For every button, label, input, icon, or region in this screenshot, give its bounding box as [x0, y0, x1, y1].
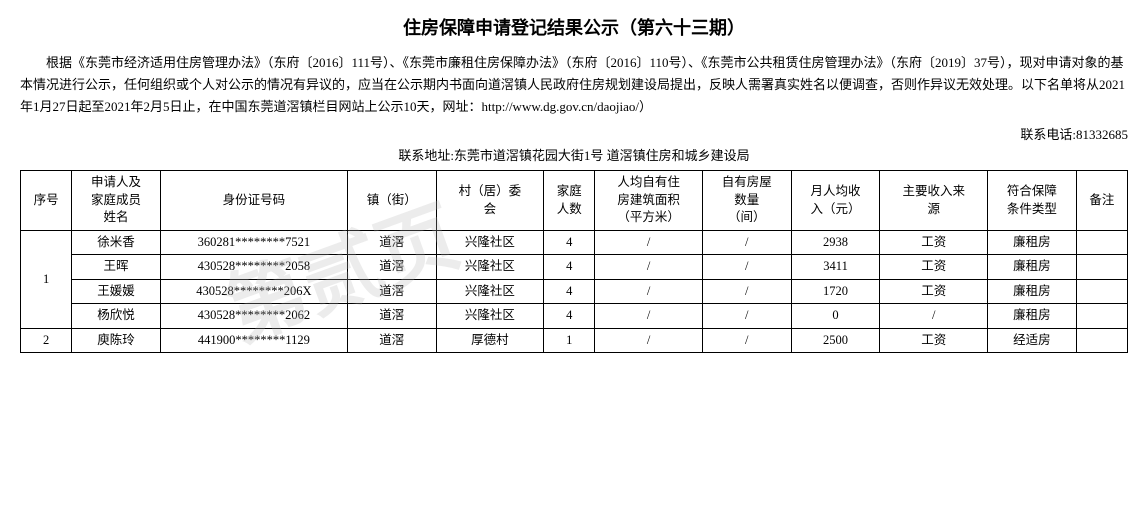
header-name: 申请人及家庭成员姓名: [72, 171, 161, 231]
cell-village: 兴隆社区: [436, 279, 544, 304]
header-source: 主要收入来源: [880, 171, 988, 231]
cell-village: 兴隆社区: [436, 304, 544, 329]
main-table: 序号 申请人及家庭成员姓名 身份证号码 镇（街） 村（居）委会 家庭人数 人均自…: [20, 170, 1128, 353]
header-type: 符合保障条件类型: [988, 171, 1077, 231]
cell-income: 2500: [791, 328, 880, 353]
cell-area: /: [595, 255, 703, 280]
cell-id: 430528********2062: [160, 304, 347, 329]
header-town: 镇（街）: [347, 171, 436, 231]
cell-source: 工资: [880, 255, 988, 280]
header-area: 人均自有住房建筑面积（平方米）: [595, 171, 703, 231]
cell-name: 杨欣悦: [72, 304, 161, 329]
cell-town: 道滘: [347, 230, 436, 255]
cell-source: 工资: [880, 230, 988, 255]
cell-family: 4: [544, 304, 595, 329]
cell-family: 1: [544, 328, 595, 353]
contact-address: 联系地址:东莞市道滘镇花园大街1号 道滘镇住房和城乡建设局: [20, 145, 1128, 164]
cell-name: 徐米香: [72, 230, 161, 255]
table-row: 1徐米香360281********7521道滘兴隆社区4//2938工资廉租房: [21, 230, 1128, 255]
cell-town: 道滘: [347, 255, 436, 280]
cell-id: 360281********7521: [160, 230, 347, 255]
cell-note: [1076, 328, 1127, 353]
cell-family: 4: [544, 279, 595, 304]
header-income: 月人均收入（元）: [791, 171, 880, 231]
cell-town: 道滘: [347, 328, 436, 353]
header-village: 村（居）委会: [436, 171, 544, 231]
cell-village: 兴隆社区: [436, 255, 544, 280]
cell-note: [1076, 255, 1127, 280]
cell-source: 工资: [880, 328, 988, 353]
table-container: 第贰页 序号 申请人及家庭成员姓名 身份证号码 镇（街） 村（居）委会 家庭人数…: [20, 170, 1128, 353]
cell-village: 兴隆社区: [436, 230, 544, 255]
cell-seq: 2: [21, 328, 72, 353]
page-title: 住房保障申请登记结果公示（第六十三期）: [20, 14, 1128, 40]
cell-type: 廉租房: [988, 230, 1077, 255]
cell-id: 441900********1129: [160, 328, 347, 353]
cell-area: /: [595, 304, 703, 329]
cell-income: 3411: [791, 255, 880, 280]
cell-id: 430528********206X: [160, 279, 347, 304]
table-header-row: 序号 申请人及家庭成员姓名 身份证号码 镇（街） 村（居）委会 家庭人数 人均自…: [21, 171, 1128, 231]
cell-area: /: [595, 230, 703, 255]
cell-income: 2938: [791, 230, 880, 255]
cell-rooms: /: [702, 304, 791, 329]
cell-note: [1076, 279, 1127, 304]
cell-village: 厚德村: [436, 328, 544, 353]
contact-phone: 联系电话:81332685: [20, 124, 1128, 143]
table-row: 王媛媛430528********206X道滘兴隆社区4//1720工资廉租房: [21, 279, 1128, 304]
cell-type: 经适房: [988, 328, 1077, 353]
cell-rooms: /: [702, 230, 791, 255]
table-row: 2庾陈玲441900********1129道滘厚德村1//2500工资经适房: [21, 328, 1128, 353]
cell-income: 0: [791, 304, 880, 329]
cell-type: 廉租房: [988, 304, 1077, 329]
cell-area: /: [595, 328, 703, 353]
cell-town: 道滘: [347, 304, 436, 329]
cell-note: [1076, 304, 1127, 329]
cell-name: 王晖: [72, 255, 161, 280]
cell-type: 廉租房: [988, 255, 1077, 280]
cell-town: 道滘: [347, 279, 436, 304]
header-rooms: 自有房屋数量（间）: [702, 171, 791, 231]
intro-paragraph: 根据《东莞市经济适用住房管理办法》（东府〔2016〕111号）、《东莞市廉租住房…: [20, 52, 1128, 118]
cell-area: /: [595, 279, 703, 304]
cell-id: 430528********2058: [160, 255, 347, 280]
cell-rooms: /: [702, 279, 791, 304]
header-family: 家庭人数: [544, 171, 595, 231]
cell-source: 工资: [880, 279, 988, 304]
table-row: 杨欣悦430528********2062道滘兴隆社区4//0/廉租房: [21, 304, 1128, 329]
cell-source: /: [880, 304, 988, 329]
cell-name: 王媛媛: [72, 279, 161, 304]
cell-income: 1720: [791, 279, 880, 304]
header-note: 备注: [1076, 171, 1127, 231]
cell-seq: 1: [21, 230, 72, 328]
cell-name: 庾陈玲: [72, 328, 161, 353]
cell-family: 4: [544, 230, 595, 255]
cell-family: 4: [544, 255, 595, 280]
cell-rooms: /: [702, 255, 791, 280]
header-seq: 序号: [21, 171, 72, 231]
table-row: 王晖430528********2058道滘兴隆社区4//3411工资廉租房: [21, 255, 1128, 280]
cell-rooms: /: [702, 328, 791, 353]
cell-type: 廉租房: [988, 279, 1077, 304]
cell-note: [1076, 230, 1127, 255]
header-id: 身份证号码: [160, 171, 347, 231]
